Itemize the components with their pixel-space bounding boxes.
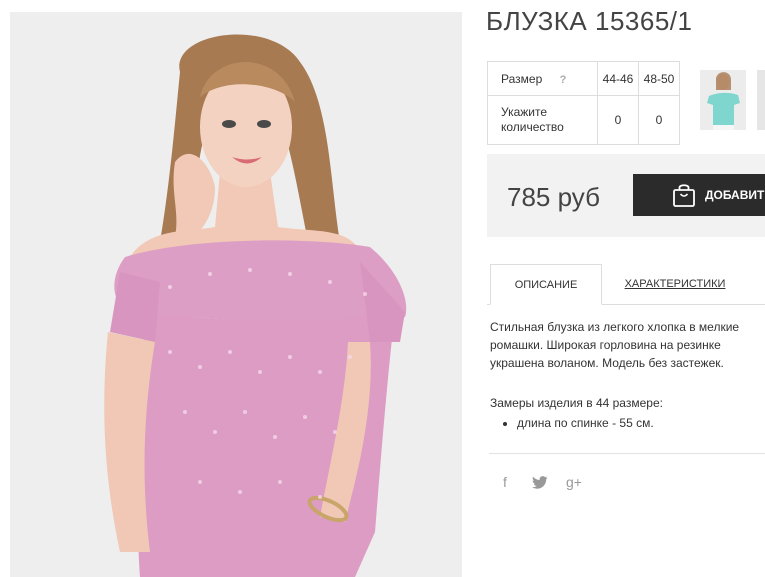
quantity-label-line1: Укажите [501, 105, 548, 119]
tab-description[interactable]: ОПИСАНИЕ [490, 264, 602, 305]
measurements: Замеры изделия в 44 размере: длина по сп… [490, 394, 750, 432]
add-to-cart-button[interactable]: ДОБАВИТЬ [633, 174, 765, 216]
description-line: Стильная блузка из легкого хлопка в мелк… [490, 320, 740, 334]
product-photo[interactable] [10, 12, 462, 577]
size-quantity-table: Размер ? 44-46 48-50 Укажите количество … [487, 61, 680, 145]
size-option-44-46: 44-46 [597, 61, 639, 96]
quantity-label-line2: количество [501, 120, 564, 134]
description-line: украшена воланом. Модель без застежек. [490, 356, 724, 370]
add-to-cart-label: ДОБАВИТЬ [705, 188, 765, 202]
quantity-row-label: Укажите количество [487, 95, 598, 145]
twitter-icon[interactable] [532, 476, 548, 492]
product-title: БЛУЗКА 15365/1 [486, 6, 693, 36]
product-description: Стильная блузка из легкого хлопка в мелк… [490, 318, 750, 372]
facebook-icon[interactable]: f [503, 474, 507, 490]
product-thumbnail[interactable] [700, 70, 746, 130]
purchase-panel: 785 руб ДОБАВИТЬ [487, 154, 765, 237]
description-line: ромашки. Широкая горловина на резинке [490, 338, 721, 352]
product-thumbnail-partial[interactable] [757, 70, 765, 130]
size-option-48-50: 48-50 [638, 61, 680, 96]
measurements-list: длина по спинке - 55 см. [490, 414, 750, 432]
google-plus-icon[interactable]: g+ [566, 474, 582, 490]
size-label: Размер [501, 71, 543, 86]
quantity-input-48-50[interactable]: 0 [638, 95, 680, 145]
list-item: длина по спинке - 55 см. [517, 414, 750, 432]
size-help-icon[interactable]: ? [560, 74, 567, 86]
product-price: 785 руб [507, 182, 600, 212]
quantity-input-44-46[interactable]: 0 [597, 95, 639, 145]
divider [489, 453, 765, 454]
product-tabs: ОПИСАНИЕ ХАРАКТЕРИСТИКИ [487, 264, 765, 305]
size-row-label: Размер ? [487, 61, 598, 96]
measurements-title: Замеры изделия в 44 размере: [490, 396, 663, 410]
shopping-bag-icon [673, 184, 695, 207]
tab-characteristics[interactable]: ХАРАКТЕРИСТИКИ [623, 264, 727, 304]
